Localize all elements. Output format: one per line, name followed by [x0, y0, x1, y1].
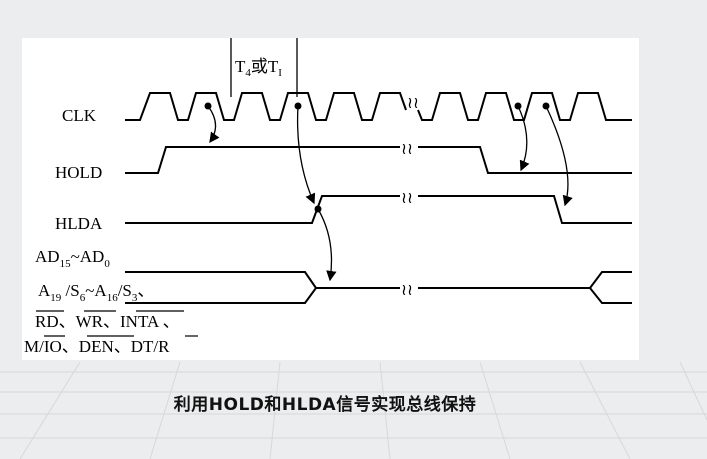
hlda-break-mark: ≀≀ [401, 190, 413, 207]
period-marker: T4或TI [230, 38, 298, 97]
bus-labels: AD15~AD0 A19 /S6~A16/S3、 RD、WR、INTA 、 M/… [24, 247, 198, 356]
figure-caption: 利用HOLD和HLDA信号实现总线保持 [173, 395, 477, 415]
bus-waveform [125, 271, 632, 304]
hold-waveform [125, 146, 632, 174]
causality-arrows [204, 102, 573, 282]
bus-label-a-s: A19 /S6~A16/S3、 [38, 281, 154, 304]
hlda-waveform [125, 195, 632, 224]
bus-label-control: RD、WR、INTA 、 [35, 312, 180, 331]
clk-waveform [125, 92, 632, 121]
clk-break-mark: ≀≀ [407, 95, 419, 112]
hold-break-mark: ≀≀ [401, 141, 413, 158]
bus-break-mark: ≀≀ [401, 282, 413, 299]
bus-label-ad: AD15~AD0 [35, 247, 110, 270]
hlda-label: HLDA [55, 214, 103, 233]
bus-label-control2: M/IO、DEN、DT/R [24, 337, 170, 356]
period-label: T4或TI [235, 57, 282, 79]
clk-label: CLK [62, 106, 97, 125]
hold-label: HOLD [55, 163, 102, 182]
